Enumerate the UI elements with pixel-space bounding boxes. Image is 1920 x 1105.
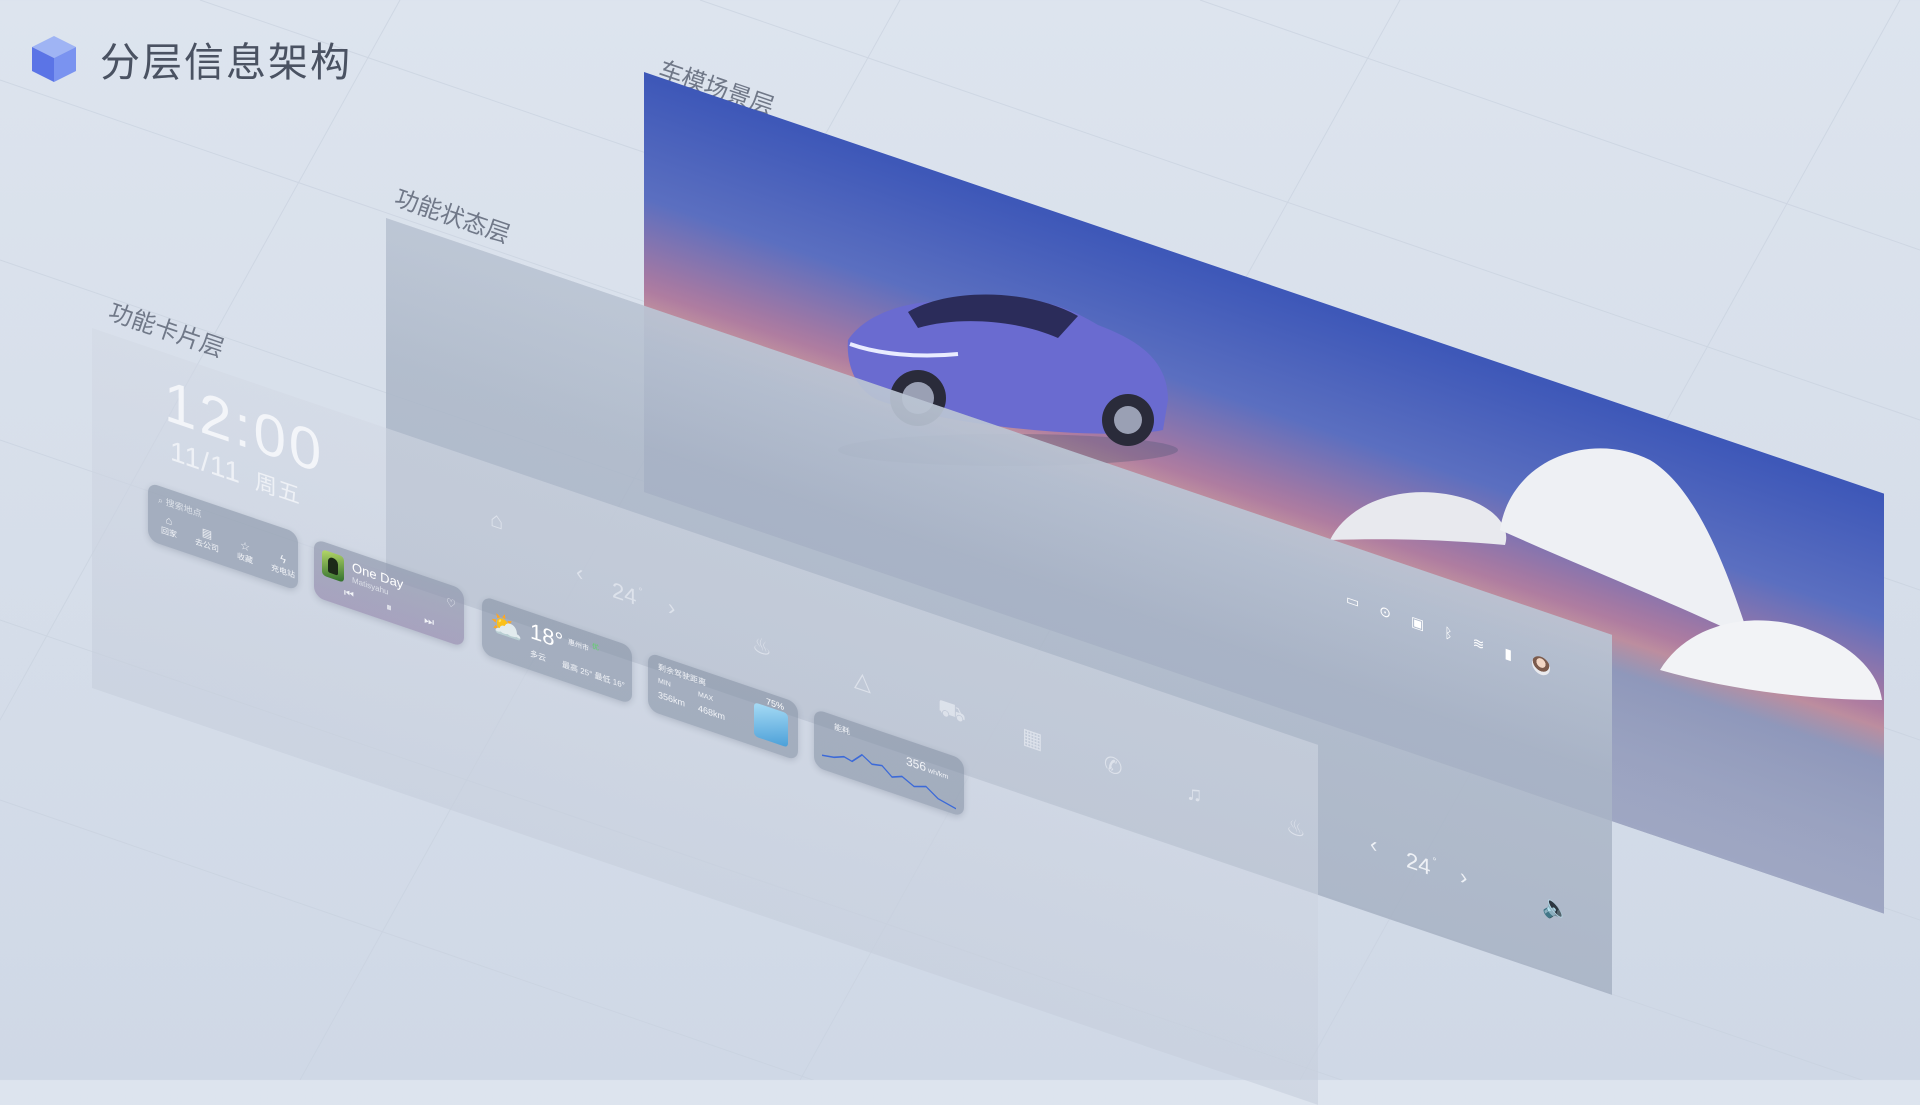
signal-icon: ▮: [1504, 644, 1513, 663]
quick-link-label: 收藏: [237, 551, 253, 566]
pause-icon[interactable]: ⏸: [386, 601, 392, 616]
music-card[interactable]: One Day Matisyahu ♡ ⏮ ⏸ ⏭: [314, 538, 464, 648]
weather-aqi: 优: [592, 643, 599, 653]
quick-link-charging[interactable]: ϟ 充电站: [270, 550, 296, 582]
weather-desc: 多云: [530, 648, 546, 664]
heart-icon[interactable]: ♡: [446, 595, 456, 611]
quick-link-favorites[interactable]: ☆ 收藏: [232, 537, 258, 569]
location-icon[interactable]: ⊙: [1379, 602, 1391, 624]
volume-icon[interactable]: 🔈: [1542, 891, 1569, 925]
climate-right-temp: 24 °: [1406, 847, 1436, 883]
temp-right-decrease-button[interactable]: ‹: [1370, 831, 1377, 858]
next-icon[interactable]: ⏭: [424, 614, 434, 630]
cube-logo-icon: [32, 36, 76, 82]
driving-range-card[interactable]: 剩余驾驶距离 MIN 356km MAX 468km 75%: [648, 652, 798, 762]
quick-link-office[interactable]: ▤ 去公司: [194, 524, 220, 556]
climate-right-temp-value: 24: [1406, 846, 1431, 881]
quick-links: ⌂ 回家 ▤ 去公司 ☆ 收藏 ϟ 充电站: [156, 511, 296, 582]
climate-right-degree: °: [1432, 855, 1437, 869]
quick-link-label: 回家: [161, 525, 177, 540]
cloudy-sun-icon: ⛅: [490, 606, 523, 648]
temp-right-increase-button[interactable]: ›: [1460, 863, 1467, 890]
energy-consumption-card[interactable]: 能耗 356 wh/km: [814, 708, 964, 818]
album-art: [322, 549, 344, 583]
energy-label: 能耗: [834, 722, 850, 737]
previous-icon[interactable]: ⏮: [344, 587, 354, 603]
wifi-icon: ≋: [1472, 633, 1485, 654]
quick-link-home[interactable]: ⌂ 回家: [156, 511, 182, 543]
page-header: 分层信息架构: [30, 30, 352, 88]
search-icon: ⌕: [158, 494, 164, 507]
weather-city: 惠州市: [568, 638, 589, 653]
energy-sparkline: [822, 753, 956, 810]
range-max-value: 468km: [698, 703, 726, 723]
player-controls: ⏮ ⏸ ⏭: [344, 587, 434, 631]
range-min-value: 356km: [658, 689, 686, 709]
page-title: 分层信息架构: [100, 40, 352, 86]
range-min-label: MIN: [658, 677, 671, 689]
weather-card[interactable]: ⛅ 18° 惠州市 优 多云 最高 25° 最低 16°: [482, 595, 632, 705]
bluetooth-icon: ᛒ: [1444, 623, 1453, 643]
weather-range: 最高 25° 最低 16°: [562, 659, 625, 691]
range-max-label: MAX: [698, 691, 714, 704]
